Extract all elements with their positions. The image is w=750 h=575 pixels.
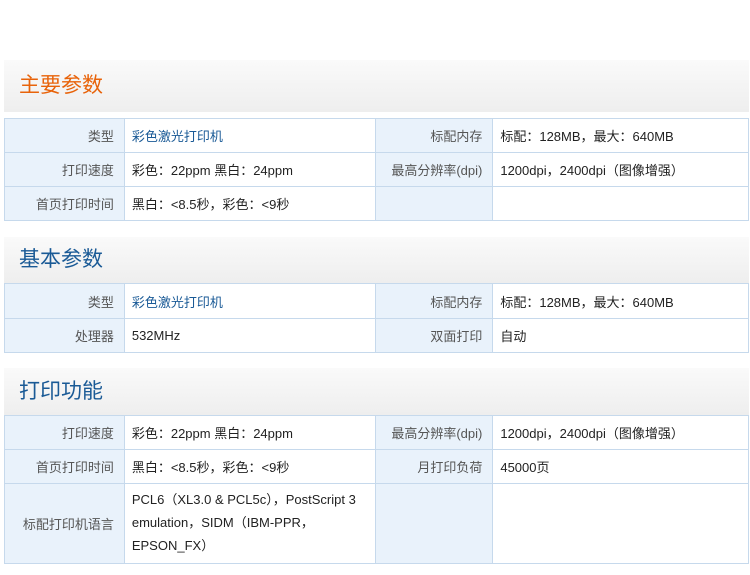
spec-label-empty bbox=[375, 484, 494, 563]
spec-value: 1200dpi，2400dpi（图像增强） bbox=[493, 153, 749, 186]
spec-label-empty bbox=[375, 187, 494, 220]
section-title: 主要参数 bbox=[19, 74, 103, 97]
table-row: 类型 彩色激光打印机 标配内存 标配：128MB，最大：640MB bbox=[5, 119, 749, 153]
spec-value: 1200dpi，2400dpi（图像增强） bbox=[493, 416, 749, 449]
spec-label: 打印速度 bbox=[5, 153, 125, 186]
spec-label: 处理器 bbox=[5, 319, 125, 352]
table-row: 类型 彩色激光打印机 标配内存 标配：128MB，最大：640MB bbox=[5, 284, 749, 319]
section-print-functions: 打印功能 打印速度 彩色：22ppm 黑白：24ppm 最高分辨率(dpi) 1… bbox=[4, 368, 749, 564]
section-header: 主要参数 bbox=[4, 60, 749, 112]
spec-table: 类型 彩色激光打印机 标配内存 标配：128MB，最大：640MB 处理器 53… bbox=[4, 283, 749, 353]
section-main-params: 主要参数 类型 彩色激光打印机 标配内存 标配：128MB，最大：640MB 打… bbox=[4, 60, 749, 221]
spec-value: 黑白：<8.5秒，彩色：<9秒 bbox=[124, 187, 376, 220]
section-title: 打印功能 bbox=[19, 379, 103, 403]
section-header: 打印功能 bbox=[4, 368, 749, 415]
spec-label: 标配内存 bbox=[375, 119, 494, 152]
table-row: 标配打印机语言 PCL6（XL3.0 & PCL5c），PostScript 3… bbox=[5, 484, 749, 564]
spec-label: 打印速度 bbox=[5, 416, 125, 449]
section-title: 基本参数 bbox=[19, 248, 103, 271]
spec-value: 自动 bbox=[493, 319, 749, 352]
spec-label: 首页打印时间 bbox=[5, 187, 125, 220]
table-row: 打印速度 彩色：22ppm 黑白：24ppm 最高分辨率(dpi) 1200dp… bbox=[5, 416, 749, 450]
spec-label: 标配内存 bbox=[375, 284, 494, 318]
section-basic-params: 基本参数 类型 彩色激光打印机 标配内存 标配：128MB，最大：640MB 处… bbox=[4, 237, 749, 353]
spec-value: 黑白：<8.5秒，彩色：<9秒 bbox=[124, 450, 376, 483]
spec-value-link[interactable]: 彩色激光打印机 bbox=[124, 284, 376, 318]
spec-value: 标配：128MB，最大：640MB bbox=[493, 284, 749, 318]
spec-label: 最高分辨率(dpi) bbox=[375, 416, 494, 449]
spec-label: 类型 bbox=[5, 119, 125, 152]
spec-label: 类型 bbox=[5, 284, 125, 318]
spec-value: 45000页 bbox=[493, 450, 749, 483]
spec-label: 最高分辨率(dpi) bbox=[375, 153, 494, 186]
spec-table: 打印速度 彩色：22ppm 黑白：24ppm 最高分辨率(dpi) 1200dp… bbox=[4, 415, 749, 564]
spec-value: 彩色：22ppm 黑白：24ppm bbox=[124, 153, 376, 186]
spec-label: 首页打印时间 bbox=[5, 450, 125, 483]
spec-label: 标配打印机语言 bbox=[5, 484, 125, 563]
spec-value: 彩色：22ppm 黑白：24ppm bbox=[124, 416, 376, 449]
spec-label: 月打印负荷 bbox=[375, 450, 494, 483]
spec-value-link[interactable]: 彩色激光打印机 bbox=[124, 119, 376, 152]
spec-value: 标配：128MB，最大：640MB bbox=[493, 119, 749, 152]
spec-value: 532MHz bbox=[124, 319, 376, 352]
spec-value-multiline: PCL6（XL3.0 & PCL5c），PostScript 3 emulati… bbox=[124, 484, 376, 563]
table-row: 处理器 532MHz 双面打印 自动 bbox=[5, 319, 749, 353]
table-row: 首页打印时间 黑白：<8.5秒，彩色：<9秒 bbox=[5, 187, 749, 221]
table-row: 打印速度 彩色：22ppm 黑白：24ppm 最高分辨率(dpi) 1200dp… bbox=[5, 153, 749, 187]
spec-label: 双面打印 bbox=[375, 319, 494, 352]
spec-value-empty bbox=[493, 187, 749, 220]
spec-value-empty bbox=[493, 484, 749, 563]
spec-table: 类型 彩色激光打印机 标配内存 标配：128MB，最大：640MB 打印速度 彩… bbox=[4, 118, 749, 221]
table-row: 首页打印时间 黑白：<8.5秒，彩色：<9秒 月打印负荷 45000页 bbox=[5, 450, 749, 484]
section-header: 基本参数 bbox=[4, 237, 749, 283]
